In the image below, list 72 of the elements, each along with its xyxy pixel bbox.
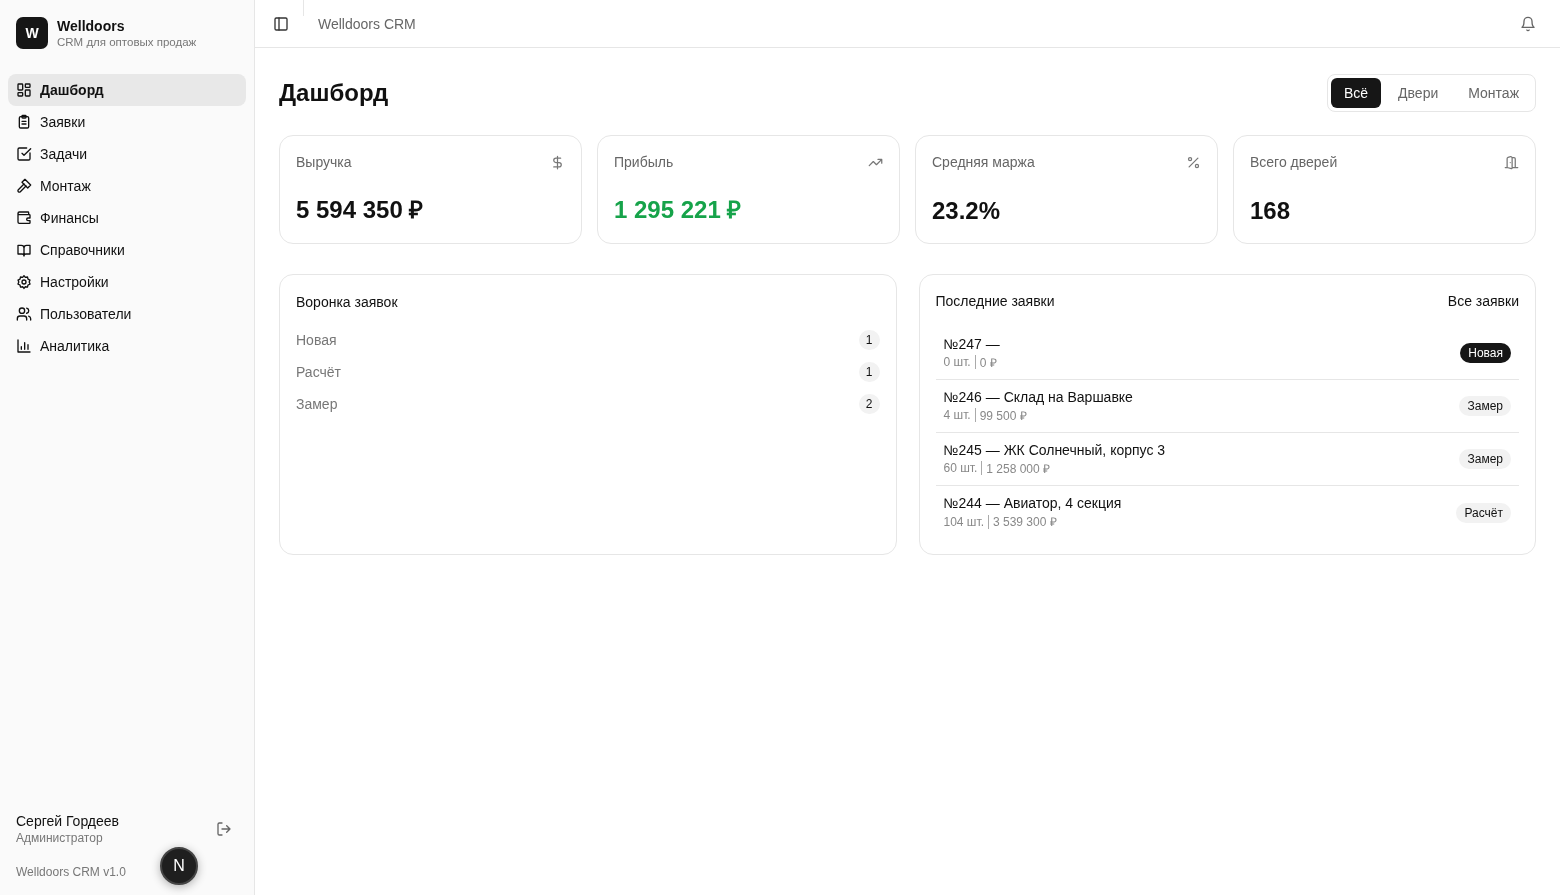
- stat-value: 23.2%: [932, 197, 1002, 225]
- dev-badge[interactable]: N: [160, 847, 198, 885]
- user-name: Сергей Гордеев: [16, 813, 120, 829]
- nav-item[interactable]: Аналитика: [8, 330, 246, 362]
- status-badge: Замер: [1459, 396, 1511, 416]
- count-badge: 2: [858, 394, 880, 414]
- filter-tab[interactable]: Всё: [1330, 78, 1382, 108]
- request-title: №245 — ЖК Солнечный, корпус 3: [943, 441, 1166, 458]
- logout-icon[interactable]: [216, 821, 232, 837]
- header-title: Welldoors CRM: [318, 15, 416, 32]
- percent-icon: [1186, 154, 1201, 170]
- door-icon: [1504, 154, 1519, 170]
- stage-label: Новая: [296, 332, 337, 348]
- users-icon: [16, 306, 32, 322]
- sidebar-toggle-icon[interactable]: [273, 15, 289, 32]
- wallet-icon: [16, 210, 32, 226]
- dollar-icon: [550, 154, 565, 170]
- check-icon: [16, 146, 32, 162]
- stat-label: Всего дверей: [1250, 154, 1338, 170]
- stat-label: Прибыль: [614, 154, 674, 170]
- book-icon: [16, 242, 32, 258]
- filter-tab[interactable]: Монтаж: [1455, 78, 1532, 108]
- request-row[interactable]: №244 — Авиатор, 4 секция 104 шт. 3 539 300 ₽ Расчёт: [935, 486, 1519, 539]
- notification-icon[interactable]: [1520, 15, 1536, 32]
- stage-label: Расчёт: [296, 364, 341, 380]
- clipboard-icon: [16, 114, 32, 130]
- request-row[interactable]: №246 — Склад на Варшавке 4 шт. 99 500 ₽ Замер: [935, 380, 1519, 433]
- nav-item[interactable]: Монтаж: [8, 170, 246, 202]
- status-badge: Замер: [1459, 449, 1511, 469]
- status-badge: Расчёт: [1456, 502, 1511, 523]
- chart-icon: [16, 338, 32, 354]
- request-quantity: 4 шт.: [943, 408, 971, 422]
- request-title: №247 —: [943, 335, 1000, 352]
- nav-item[interactable]: Настройки: [8, 266, 246, 298]
- hammer-icon: [16, 178, 32, 194]
- nav-item[interactable]: Заявки: [8, 106, 246, 138]
- logo: W: [16, 17, 48, 49]
- count-badge: 1: [858, 330, 880, 350]
- nav-item[interactable]: Пользователи: [8, 298, 246, 330]
- nav-item[interactable]: Задачи: [8, 138, 246, 170]
- page-title: Дашборд: [279, 79, 389, 107]
- nav-item[interactable]: Дашборд: [8, 74, 246, 106]
- grid-icon: [16, 82, 32, 98]
- app-name: Welldoors: [57, 18, 126, 34]
- nav-item[interactable]: Финансы: [8, 202, 246, 234]
- app-subtitle: CRM для оптовых продаж: [57, 36, 197, 48]
- request-quantity: 104 шт.: [943, 514, 984, 529]
- request-row[interactable]: №245 — ЖК Солнечный, корпус 3 60 шт. 1 258 000 ₽ Замер: [935, 433, 1519, 486]
- all-requests-link[interactable]: Все заявки: [1447, 293, 1519, 309]
- count-badge: 1: [858, 362, 880, 382]
- request-sum: 0 ₽: [979, 354, 997, 371]
- card-title: Последние заявки: [935, 293, 1055, 309]
- stat-value: 1 295 221 ₽: [614, 195, 743, 225]
- stat-value: 168: [1250, 197, 1292, 225]
- request-quantity: 0 шт.: [943, 355, 971, 369]
- stat-label: Выручка: [296, 154, 352, 170]
- request-row[interactable]: №247 — 0 шт. 0 ₽ Новая: [935, 327, 1519, 380]
- nav-item[interactable]: Справочники: [8, 234, 246, 266]
- request-sum: 99 500 ₽: [979, 407, 1027, 424]
- status-badge: Новая: [1460, 343, 1511, 363]
- gear-icon: [16, 274, 32, 290]
- request-quantity: 60 шт.: [943, 461, 978, 475]
- stat-label: Средняя маржа: [932, 154, 1035, 170]
- stat-value: 5 594 350 ₽: [296, 195, 425, 225]
- request-sum: 3 539 300 ₽: [993, 514, 1057, 530]
- stage-label: Замер: [296, 396, 338, 412]
- request-sum: 1 258 000 ₽: [986, 460, 1051, 477]
- request-title: №244 — Авиатор, 4 секция: [943, 495, 1122, 511]
- card-title: Воронка заявок: [296, 294, 398, 310]
- filter-tab[interactable]: Двери: [1385, 78, 1452, 108]
- request-title: №246 — Склад на Варшавке: [943, 388, 1133, 405]
- user-role: Администратор: [16, 831, 104, 845]
